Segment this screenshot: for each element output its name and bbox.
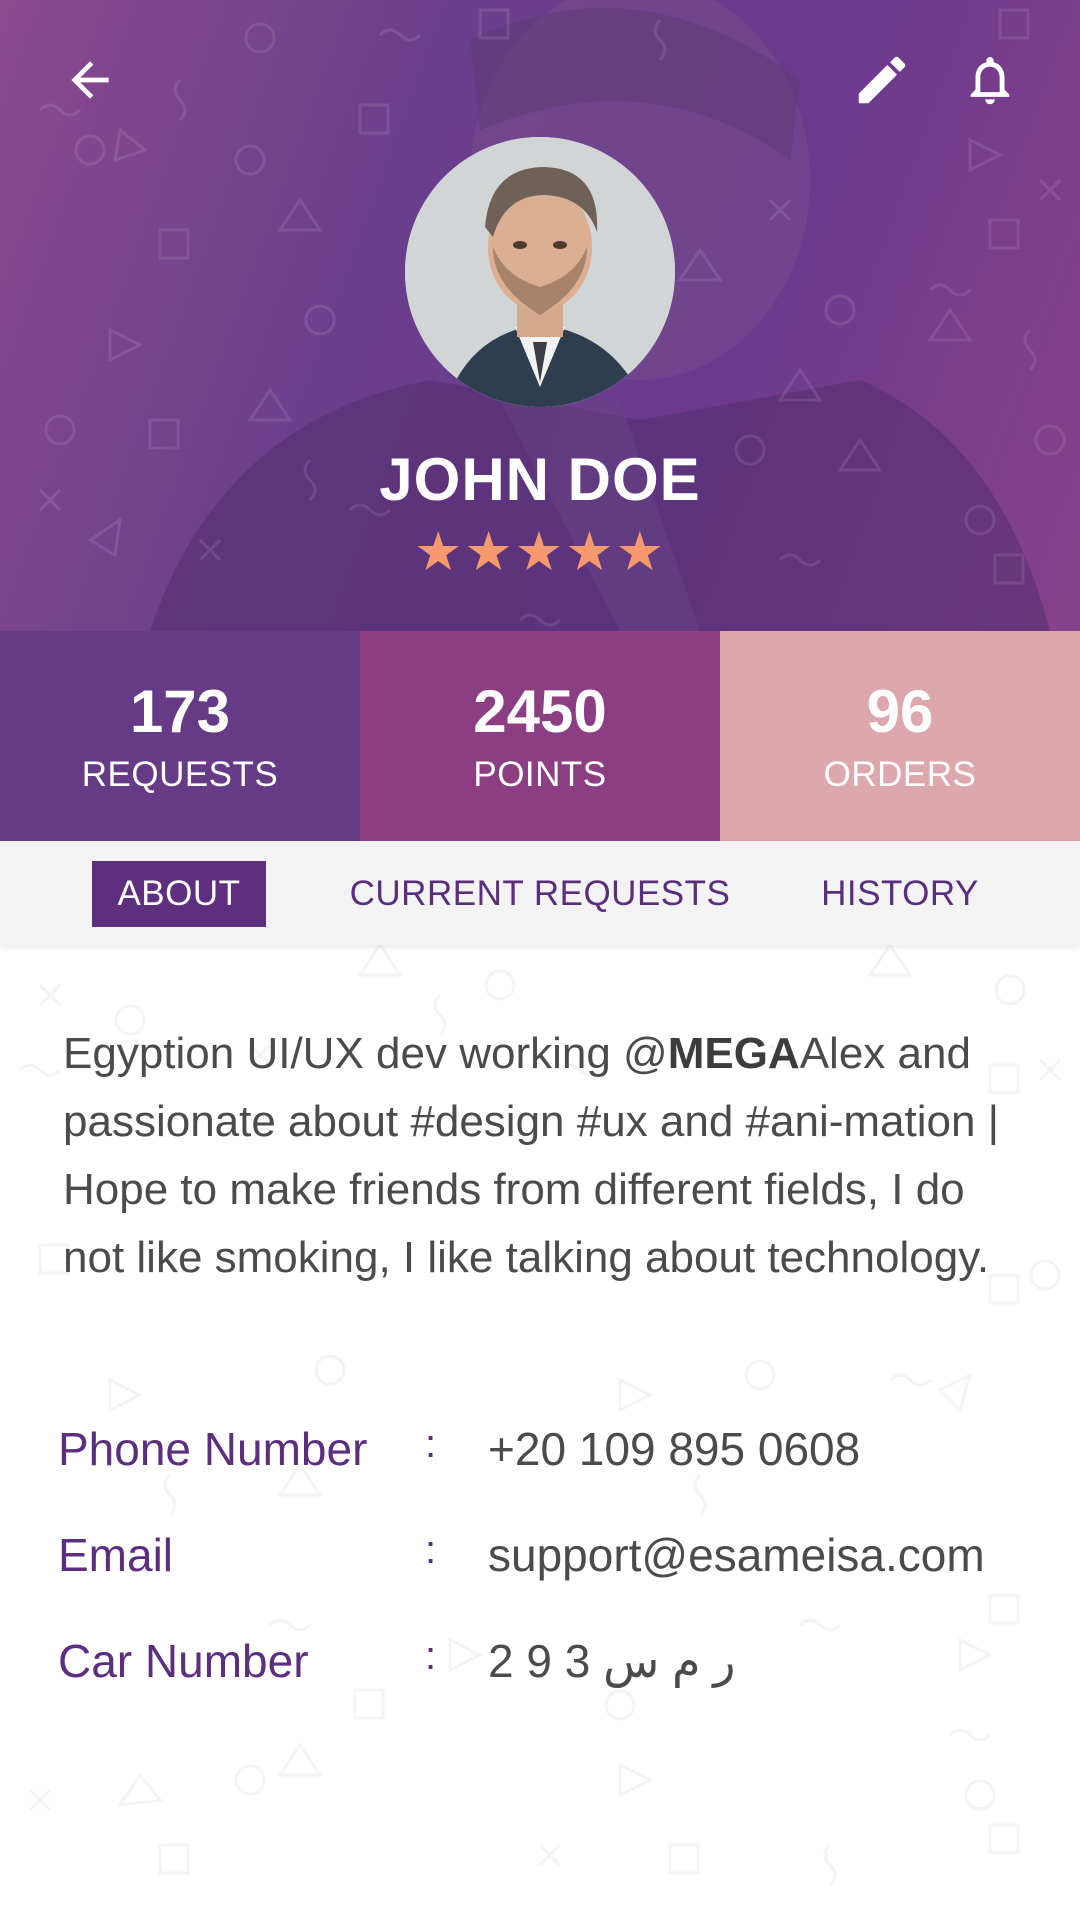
email-value[interactable]: support@esameisa.com <box>488 1528 985 1582</box>
stat-orders-value: 96 <box>866 678 934 745</box>
car-number-colon: : <box>425 1634 437 1678</box>
stat-orders[interactable]: 96 ORDERS <box>720 631 1080 841</box>
pencil-icon <box>858 56 906 104</box>
tab-about[interactable]: ABOUT <box>92 861 266 927</box>
edit-profile-button[interactable] <box>850 48 914 112</box>
stat-orders-label: ORDERS <box>823 755 977 794</box>
avatar[interactable] <box>405 137 675 407</box>
back-button[interactable] <box>58 48 122 112</box>
bio-text-bold: MEGA <box>667 1029 800 1078</box>
rating-stars: ★★★★★ <box>413 520 667 583</box>
phone-label: Phone Number <box>58 1423 368 1475</box>
notifications-button[interactable] <box>958 48 1022 112</box>
tab-current-requests[interactable]: CURRENT REQUESTS <box>340 861 740 927</box>
phone-value[interactable]: +20 109 895 0608 <box>488 1422 860 1476</box>
stat-requests-value: 173 <box>129 678 231 745</box>
stat-points-label: POINTS <box>473 755 607 794</box>
about-bio: Egyption UI/UX dev working @MEGAAlex and… <box>63 1020 1033 1292</box>
car-number-value: 2 9 3 ر م س <box>488 1635 736 1687</box>
info-row-car: Car Number : 2 9 3 ر م س <box>0 1634 1080 1704</box>
profile-header: JOHN DOE ★★★★★ <box>0 0 1080 631</box>
car-number-label: Car Number <box>58 1635 309 1687</box>
profile-tabs: ABOUT CURRENT REQUESTS HISTORY <box>0 841 1080 945</box>
info-row-phone: Phone Number : +20 109 895 0608 <box>0 1422 1080 1492</box>
email-label: Email <box>58 1529 174 1581</box>
avatar-photo <box>405 137 675 407</box>
stat-points-value: 2450 <box>473 678 607 745</box>
stat-points[interactable]: 2450 POINTS <box>360 631 720 841</box>
phone-colon: : <box>425 1422 437 1466</box>
bio-text-start: Egyption UI/UX dev working @ <box>63 1029 668 1078</box>
bell-icon <box>970 57 1010 105</box>
stat-requests-label: REQUESTS <box>81 755 279 794</box>
arrow-left-icon <box>71 61 109 99</box>
stats-bar: 173 REQUESTS 2450 POINTS 96 ORDERS <box>0 631 1080 841</box>
tab-history[interactable]: HISTORY <box>800 861 1000 927</box>
info-row-email: Email : support@esameisa.com <box>0 1528 1080 1598</box>
stat-requests[interactable]: 173 REQUESTS <box>0 631 360 841</box>
profile-name: JOHN DOE <box>379 446 701 513</box>
email-colon: : <box>425 1528 437 1572</box>
